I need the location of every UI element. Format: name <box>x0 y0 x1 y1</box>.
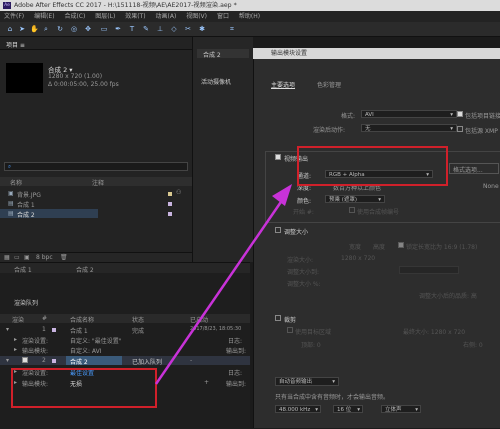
annotation-arrow <box>154 184 292 385</box>
arrow-line <box>154 195 287 385</box>
arrow-head-icon <box>272 184 292 206</box>
